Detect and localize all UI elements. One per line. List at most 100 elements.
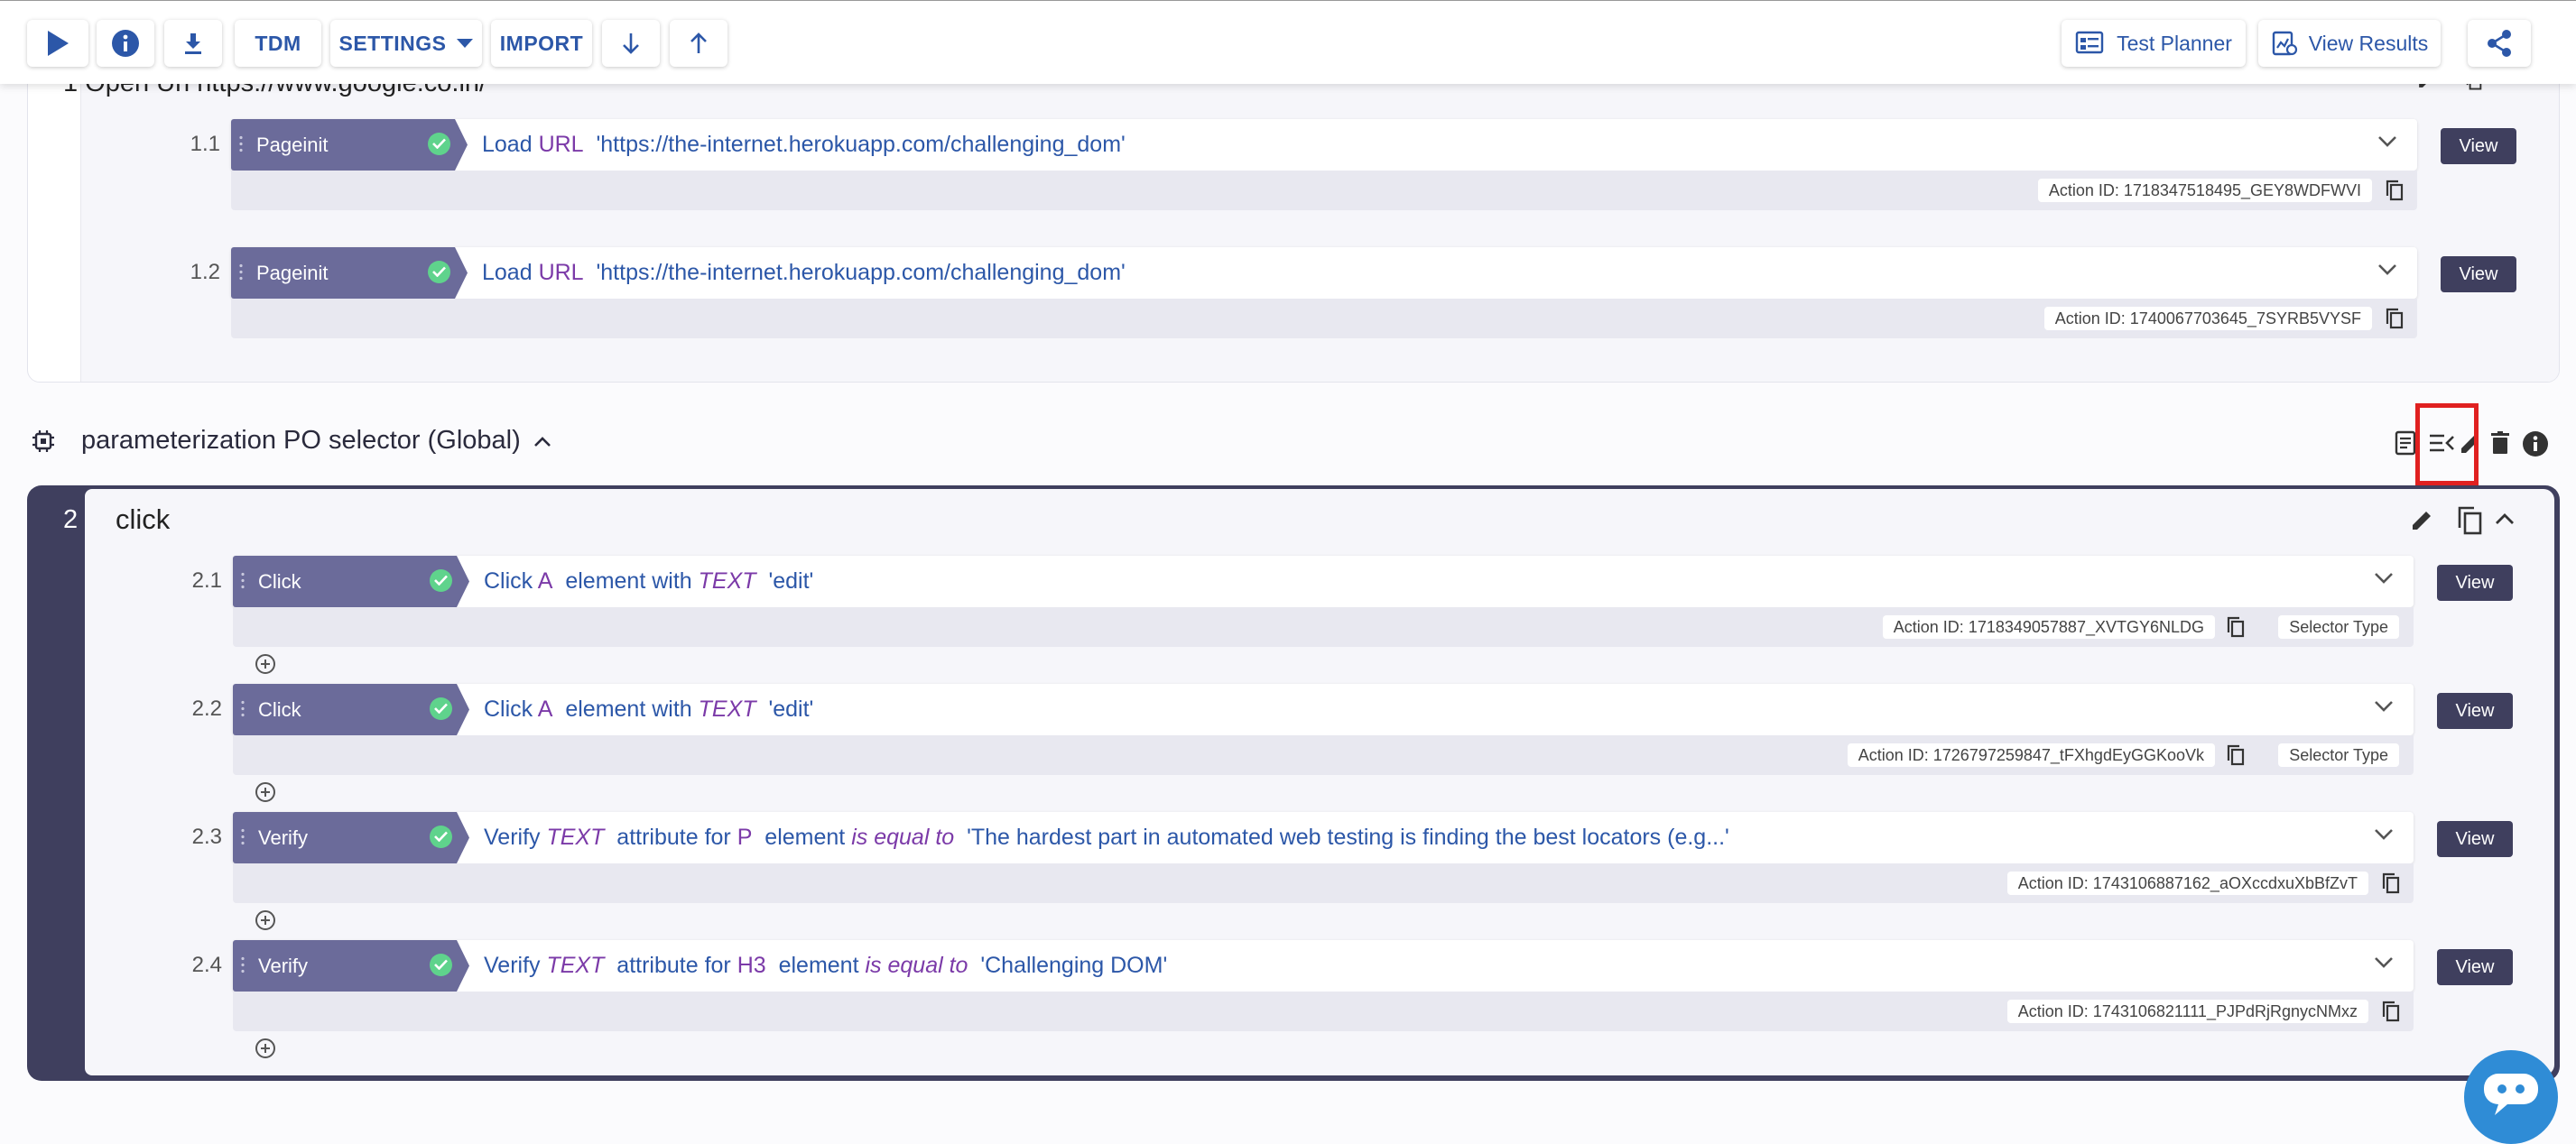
- view-button[interactable]: View: [2437, 821, 2513, 857]
- step-description: Load URL 'https://the-internet.herokuapp…: [482, 132, 1126, 158]
- view-button[interactable]: View: [2441, 256, 2516, 292]
- move-up-button[interactable]: [670, 20, 727, 67]
- step-meta-bar: Action ID: 1718347518495_GEY8WDFWVI: [231, 171, 2417, 210]
- view-button[interactable]: View: [2441, 128, 2516, 164]
- arrow-down-icon: [623, 33, 639, 54]
- attribute: TEXT: [698, 568, 756, 594]
- add-step-icon[interactable]: [255, 909, 276, 931]
- chevron-down-icon[interactable]: [2374, 572, 2394, 585]
- drag-handle-icon[interactable]: [241, 571, 245, 591]
- document-icon[interactable]: [2394, 430, 2417, 456]
- step-row-2-4[interactable]: Verify Verify TEXT attribute for H3 elem…: [233, 940, 2414, 992]
- action-id: Action ID: 1740067703645_7SYRB5VYSF: [2043, 307, 2372, 330]
- drag-handle-icon[interactable]: [241, 699, 245, 719]
- move-down-button[interactable]: [602, 20, 660, 67]
- verb: Verify: [484, 953, 541, 978]
- chevron-up-icon[interactable]: [533, 436, 551, 448]
- add-step-icon[interactable]: [255, 1038, 276, 1059]
- attribute: TEXT: [698, 697, 756, 722]
- copy-icon[interactable]: [2455, 505, 2484, 536]
- element-tag: P: [737, 825, 753, 850]
- drag-handle-icon[interactable]: [239, 263, 243, 282]
- element-tag: A: [537, 568, 553, 594]
- step-description: Load URL 'https://the-internet.herokuapp…: [482, 260, 1126, 286]
- action-type: Pageinit: [256, 134, 329, 156]
- add-step-icon[interactable]: [255, 653, 276, 675]
- selector-type-tag[interactable]: Selector Type: [2278, 615, 2399, 639]
- action-id: Action ID: 1718347518495_GEY8WDFWVI: [2037, 179, 2372, 202]
- action-chip[interactable]: Click: [233, 556, 469, 607]
- step-description: Click A element with TEXT 'edit': [484, 568, 813, 595]
- info-icon[interactable]: [2522, 430, 2549, 457]
- selector-type-tag[interactable]: Selector Type: [2278, 743, 2399, 767]
- step-number: 2.3: [191, 825, 222, 849]
- import-button[interactable]: IMPORT: [491, 20, 592, 67]
- connector: element: [778, 953, 859, 978]
- view-results-button[interactable]: View Results: [2258, 20, 2441, 67]
- test-planner-button[interactable]: Test Planner: [2062, 20, 2246, 67]
- action-chip[interactable]: Click: [233, 684, 469, 735]
- action-chip[interactable]: Verify: [233, 812, 469, 863]
- value: 'https://the-internet.herokuapp.com/chal…: [596, 132, 1126, 157]
- value: 'edit': [768, 697, 814, 722]
- info-button[interactable]: [97, 20, 154, 67]
- value: 'https://the-internet.herokuapp.com/chal…: [596, 260, 1126, 285]
- step-description: Click A element with TEXT 'edit': [484, 697, 813, 723]
- drag-handle-icon[interactable]: [241, 827, 245, 847]
- view-button[interactable]: View: [2437, 693, 2513, 729]
- action-id: Action ID: 1743106821111_PJPdRjRgnycNMxz: [2006, 1000, 2368, 1023]
- tdm-button[interactable]: TDM: [235, 20, 321, 67]
- step-row-2-1[interactable]: Click Click A element with TEXT 'edit': [233, 556, 2414, 607]
- chevron-down-icon[interactable]: [2377, 135, 2397, 148]
- chevron-down-icon[interactable]: [2374, 828, 2394, 841]
- action-type: Verify: [258, 955, 309, 977]
- delete-icon[interactable]: [2489, 430, 2511, 456]
- step-description: Verify TEXT attribute for H3 element is …: [484, 953, 1167, 979]
- operator: is equal to: [865, 953, 968, 978]
- action-chip[interactable]: Verify: [233, 940, 469, 992]
- step-row-1-2[interactable]: Pageinit Load URL 'https://the-internet.…: [231, 247, 2417, 299]
- step-row-1-1[interactable]: Pageinit Load URL 'https://the-internet.…: [231, 119, 2417, 171]
- reusable-group-header: parameterization PO selector (Global): [27, 420, 2563, 465]
- step-number: 2.1: [191, 568, 222, 593]
- action-chip[interactable]: Pageinit: [231, 247, 468, 299]
- chevron-down-icon[interactable]: [2374, 700, 2394, 713]
- element-tag: H3: [737, 953, 766, 978]
- drag-handle-icon[interactable]: [241, 955, 245, 975]
- drag-handle-icon[interactable]: [239, 134, 243, 154]
- action-chip[interactable]: Pageinit: [231, 119, 468, 171]
- check-icon: [428, 261, 450, 283]
- settings-label: SETTINGS: [338, 31, 447, 55]
- step-meta-bar: Action ID: 1740067703645_7SYRB5VYSF: [231, 299, 2417, 338]
- chip-icon: [32, 430, 54, 452]
- download-button[interactable]: [164, 20, 222, 67]
- share-button[interactable]: [2468, 20, 2531, 67]
- copy-icon[interactable]: [2226, 616, 2246, 638]
- view-button[interactable]: View: [2437, 949, 2513, 985]
- copy-icon[interactable]: [2385, 180, 2405, 201]
- chevron-up-icon[interactable]: [2495, 512, 2515, 525]
- step-row-2-2[interactable]: Click Click A element with TEXT 'edit': [233, 684, 2414, 735]
- verb: Verify: [484, 825, 541, 850]
- edit-icon[interactable]: [2410, 507, 2435, 532]
- add-step-icon[interactable]: [255, 781, 276, 803]
- attribute: TEXT: [546, 953, 605, 978]
- group-title-text: parameterization PO selector (Global): [81, 426, 521, 455]
- step-description: Verify TEXT attribute for P element is e…: [484, 825, 1729, 851]
- run-button[interactable]: [27, 20, 88, 67]
- copy-icon[interactable]: [2226, 744, 2246, 766]
- copy-icon[interactable]: [2381, 872, 2401, 894]
- copy-icon[interactable]: [2385, 308, 2405, 329]
- chatbot-button[interactable]: [2464, 1050, 2558, 1144]
- verb: Load: [482, 260, 533, 285]
- step-meta-bar: Action ID: 1743106887162_aOXccdxuXbBfZvT: [233, 863, 2414, 903]
- chevron-down-icon[interactable]: [2377, 263, 2397, 276]
- top-toolbar: TDM SETTINGS IMPORT Test Planner View Re…: [0, 0, 2576, 84]
- settings-dropdown[interactable]: SETTINGS: [330, 20, 482, 67]
- chevron-down-icon[interactable]: [2374, 956, 2394, 969]
- step-row-2-3[interactable]: Verify Verify TEXT attribute for P eleme…: [233, 812, 2414, 863]
- copy-icon[interactable]: [2381, 1001, 2401, 1022]
- verb: Load: [482, 132, 533, 157]
- view-button[interactable]: View: [2437, 565, 2513, 601]
- keyword: URL: [538, 132, 584, 157]
